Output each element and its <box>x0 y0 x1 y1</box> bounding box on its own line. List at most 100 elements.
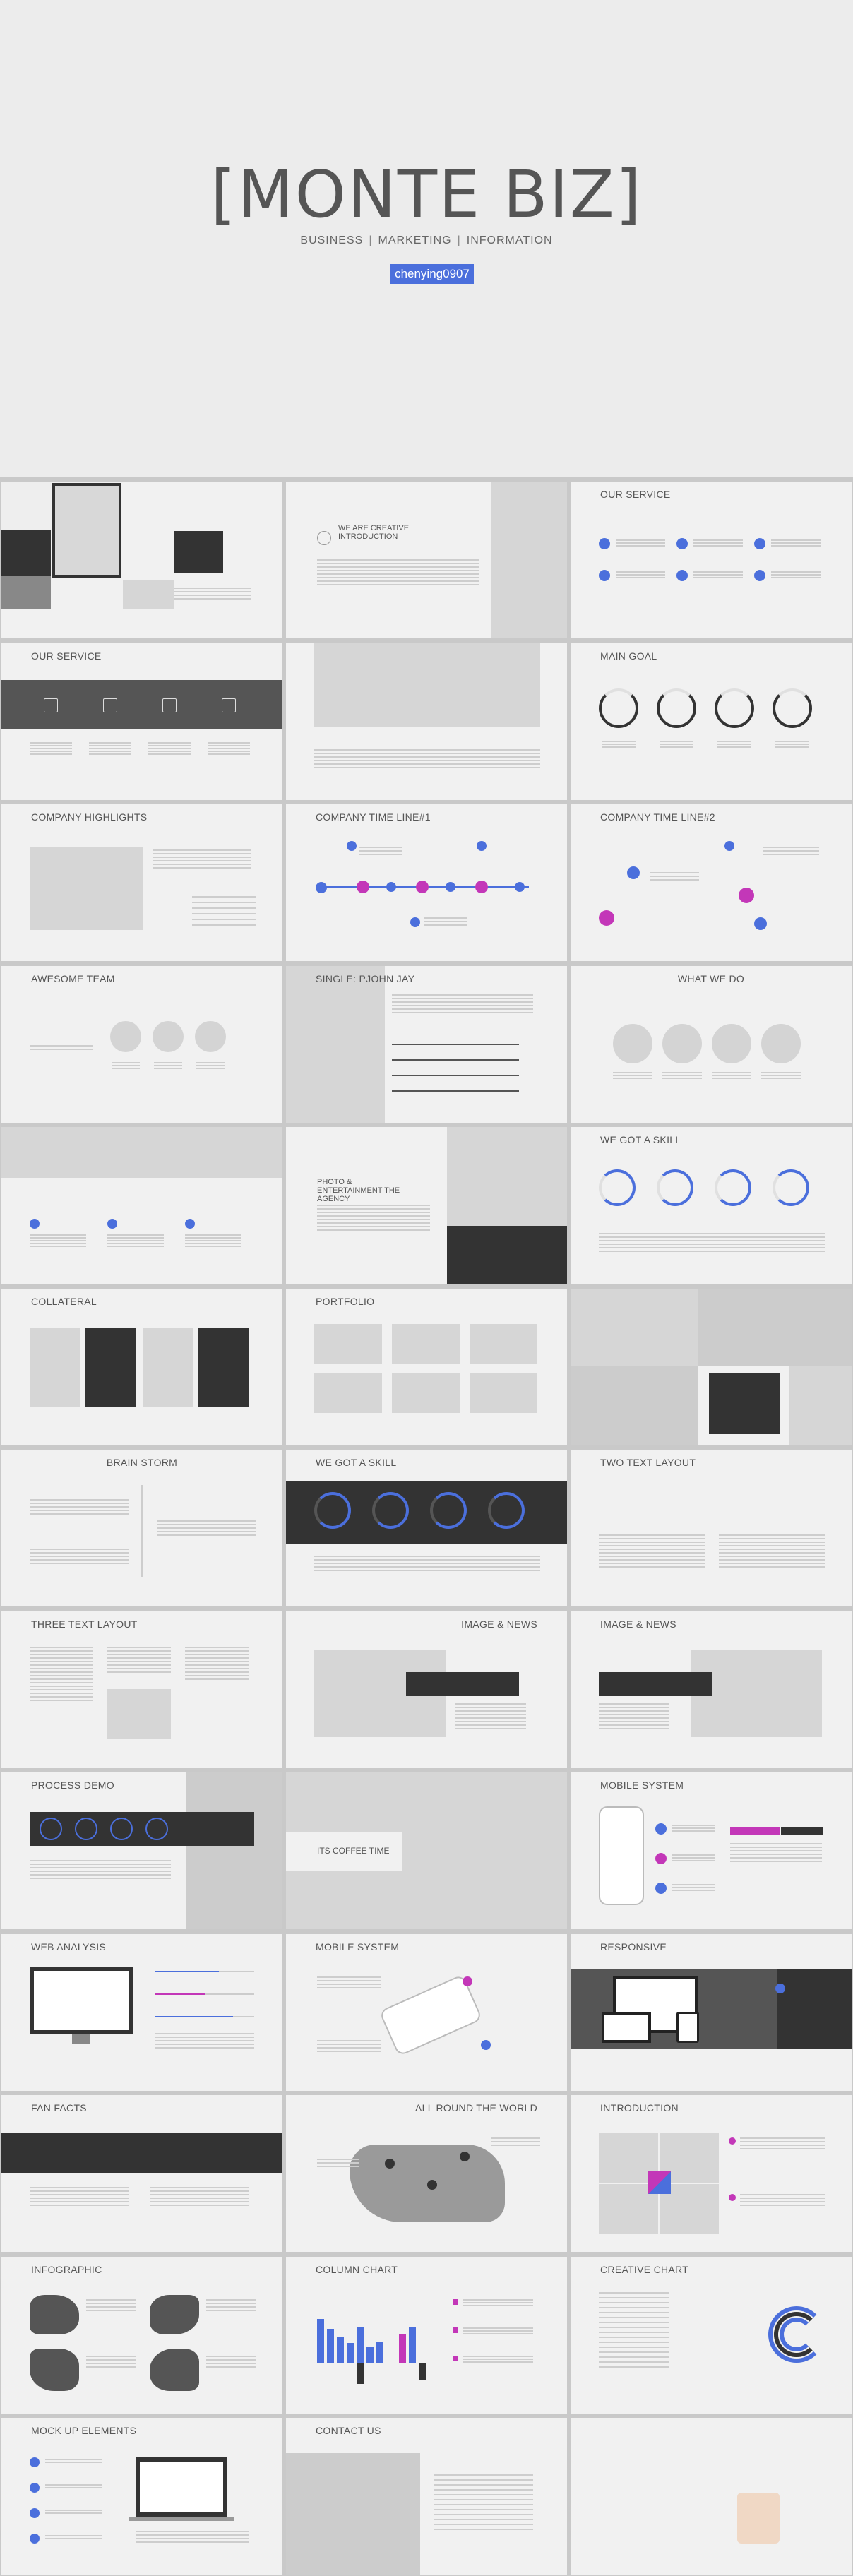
timeline-dot <box>446 882 455 892</box>
progress-bar <box>155 1993 205 1995</box>
slide-thumbnail[interactable]: ITS COFFEE TIME <box>286 1772 567 1929</box>
slide-thumbnail[interactable]: WE GOT A SKILL <box>571 1127 852 1284</box>
slide-thumbnail[interactable]: BRAIN STORM <box>1 1450 282 1606</box>
slide-title: THREE TEXT LAYOUT <box>31 1618 138 1630</box>
text-line <box>314 756 540 758</box>
slide-thumbnail[interactable]: MOBILE SYSTEM <box>571 1772 852 1929</box>
slide-thumbnail[interactable]: SINGLE: PJOHN JAY <box>286 965 567 1123</box>
slide-thumbnail[interactable]: CONTACT US <box>286 2418 567 2575</box>
text-line <box>45 2487 102 2488</box>
slide-thumbnail[interactable] <box>1 482 282 638</box>
text-line <box>208 753 250 755</box>
image-placeholder <box>286 2453 420 2575</box>
slide-thumbnail[interactable]: INTRODUCTION <box>571 2095 852 2252</box>
slide-thumbnail[interactable]: COLUMN CHART <box>286 2256 567 2414</box>
monitor <box>30 1966 133 2034</box>
slide-thumbnail[interactable]: TWO TEXT LAYOUT <box>571 1450 852 1606</box>
text-line <box>599 2321 669 2323</box>
team-photo <box>195 1020 226 1052</box>
laptop-base <box>129 2517 234 2521</box>
service-image <box>662 1023 702 1063</box>
slide-thumbnail[interactable]: WE ARE CREATIVE INTRODUCTION <box>286 482 567 638</box>
slide-thumbnail[interactable]: PORTFOLIO <box>286 1288 567 1445</box>
text-line <box>359 850 402 852</box>
text-line <box>30 1559 129 1561</box>
text-line <box>45 2462 102 2463</box>
slide-thumbnail[interactable]: MOCK UP ELEMENTS <box>1 2418 282 2575</box>
text-line <box>317 1979 381 1981</box>
slide-thumbnail[interactable]: OUR SERVICE <box>1 643 282 800</box>
slide-thumbnail[interactable]: COMPANY HIGHLIGHTS <box>1 804 282 961</box>
text-line <box>30 1674 93 1676</box>
slide-thumbnail[interactable]: IMAGE & NEWS <box>286 1611 567 1768</box>
text-line <box>599 2356 669 2358</box>
timeline-dot <box>739 888 754 903</box>
service-image <box>761 1023 801 1063</box>
text-line <box>314 752 540 754</box>
text-line <box>740 2205 825 2206</box>
slide-thumbnail[interactable]: CREATIVE CHART <box>571 2256 852 2414</box>
text-line <box>662 1077 702 1079</box>
slide-thumbnail[interactable]: AWESOME TEAM <box>1 965 282 1123</box>
slide-thumbnail[interactable]: RESPONSIVE <box>571 1933 852 2091</box>
slide-thumbnail[interactable] <box>571 1288 852 1445</box>
slide-thumbnail[interactable]: COMPANY TIME LINE#1 <box>286 804 567 961</box>
text-line <box>771 539 821 541</box>
text-line <box>155 2043 254 2045</box>
text-line <box>185 1246 241 1247</box>
slide-thumbnail[interactable]: IMAGE & NEWS <box>571 1611 852 1768</box>
text-line <box>599 1710 669 1712</box>
timeline-dot <box>386 882 396 892</box>
text-line <box>463 2304 533 2306</box>
slide-thumbnail[interactable] <box>571 2418 852 2575</box>
goal-ring <box>773 688 812 728</box>
column-bar <box>357 2327 364 2363</box>
slide-thumbnail[interactable]: WE GOT A SKILL <box>286 1450 567 1606</box>
text-line <box>30 1695 93 1698</box>
feature-dot <box>30 2534 40 2544</box>
slide-thumbnail[interactable]: THREE TEXT LAYOUT <box>1 1611 282 1768</box>
slide-title: ALL ROUND THE WORLD <box>415 2102 537 2113</box>
image-placeholder <box>123 580 174 609</box>
text-line <box>491 2141 540 2142</box>
slide-thumbnail[interactable]: OUR SERVICE <box>571 482 852 638</box>
text-line <box>317 1222 430 1224</box>
text-line <box>314 759 540 761</box>
text-line <box>599 1247 825 1248</box>
feature-dot <box>107 1219 117 1229</box>
slide-title: WHAT WE DO <box>677 972 745 984</box>
text-line <box>30 1646 93 1648</box>
text-line <box>730 1861 822 1862</box>
column-bar <box>327 2328 334 2363</box>
text-line <box>491 2137 540 2139</box>
skill-ring <box>599 1169 636 1206</box>
text-line <box>771 542 821 544</box>
text-line <box>317 570 479 571</box>
slide-thumbnail[interactable]: MOBILE SYSTEM <box>286 1933 567 2091</box>
slide-title: INTRODUCTION <box>600 2102 679 2113</box>
image-frame <box>52 483 121 578</box>
slide-thumbnail[interactable]: WEB ANALYSIS <box>1 1933 282 2091</box>
slide-thumbnail[interactable]: FAN FACTS <box>1 2095 282 2252</box>
column-bar <box>419 2362 426 2380</box>
slide-thumbnail[interactable] <box>1 1127 282 1284</box>
slide-thumbnail[interactable]: WHAT WE DO <box>571 965 852 1123</box>
slide-thumbnail[interactable]: MAIN GOAL <box>571 643 852 800</box>
feature-dot <box>185 1219 195 1229</box>
text-line <box>86 2362 136 2364</box>
slide-thumbnail[interactable]: PROCESS DEMO <box>1 1772 282 1929</box>
slide-thumbnail[interactable]: INFOGRAPHIC <box>1 2256 282 2414</box>
text-line <box>174 588 251 589</box>
slide-thumbnail[interactable]: COLLATERAL <box>1 1288 282 1445</box>
slide-thumbnail[interactable]: PHOTO & ENTERTAINMENT THE AGENCY <box>286 1127 567 1284</box>
news-headline <box>599 1671 712 1696</box>
slide-thumbnail[interactable]: COMPANY TIME LINE#2 <box>571 804 852 961</box>
slide-thumbnail[interactable]: ALL ROUND THE WORLD <box>286 2095 567 2252</box>
text-line <box>599 1559 705 1561</box>
skill-track <box>392 1090 519 1092</box>
text-line <box>599 1549 705 1550</box>
timeline-dot <box>347 841 357 851</box>
text-line <box>208 750 250 752</box>
slide-thumbnail[interactable] <box>286 643 567 800</box>
text-line <box>740 2148 825 2149</box>
